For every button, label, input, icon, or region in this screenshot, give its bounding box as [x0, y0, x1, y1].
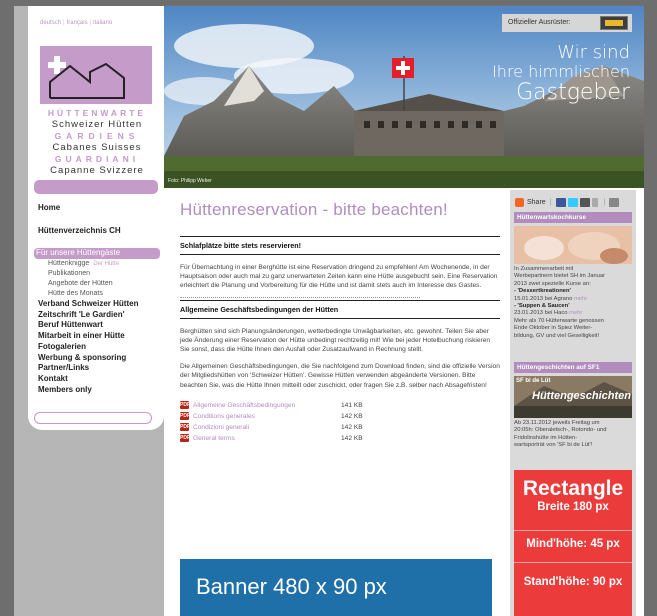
huettengeschichten-image[interactable]: SF bi de Lüt Hüttengeschichten: [514, 376, 632, 418]
ad-min-height: Mind'höhe: 45 px: [526, 538, 620, 550]
divider: [180, 254, 500, 255]
share-label[interactable]: Share: [527, 199, 546, 206]
sponsor-label: Offizieller Ausrüster:: [508, 19, 571, 26]
pdf-icon: PDF: [180, 434, 190, 443]
document-size: 141 KB: [341, 401, 363, 409]
left-panel: deutsch | français | italiano HÜTTENWARTE Sc…: [28, 6, 164, 430]
tv-label: SF bi de Lüt: [516, 378, 551, 384]
main-content: Hüttenreservation - bitte beachten! Schl…: [180, 200, 500, 444]
nav-fotogalerien[interactable]: Fotogalerien: [38, 342, 160, 353]
ad-width: Breite 180 px: [537, 501, 609, 513]
nav-sub-huettenknigge[interactable]: Hüttenknigge Der Hütte: [38, 259, 160, 269]
share-icon[interactable]: [515, 197, 524, 207]
document-link[interactable]: Condizioni generali: [193, 424, 341, 431]
brand-bar: [34, 180, 158, 194]
main-nav: Home Hüttenverzeichnis CH Für unsere Hüt…: [34, 203, 160, 396]
ad-divider: [514, 530, 632, 531]
nav-huettenverzeichnis[interactable]: Hüttenverzeichnis CH: [38, 226, 160, 237]
rectangle-ad[interactable]: Rectangle Breite 180 px Mind'höhe: 45 px…: [514, 470, 632, 616]
document-size: 142 KB: [341, 434, 363, 442]
paragraph-reservation: Für Übernachtung in einer Berghütte ist …: [180, 264, 498, 290]
mehr-link[interactable]: mehr: [569, 310, 582, 316]
pdf-icon: PDF: [180, 423, 190, 432]
page-title: Hüttenreservation - bitte beachten!: [180, 200, 448, 219]
ad-divider: [514, 562, 632, 563]
document-link[interactable]: Allgemeine Geschäftsbedingungen: [193, 402, 341, 409]
pdf-icon: PDF: [180, 401, 190, 410]
kochkurse-text: In Zusammenarbeit mit Werbepartnern biet…: [514, 266, 606, 339]
brand-line-5: GUARDIANI: [54, 154, 140, 164]
divider: [180, 317, 500, 319]
nav-kontakt[interactable]: Kontakt: [38, 374, 160, 385]
document-row[interactable]: PDF General terms 142 KB: [180, 433, 500, 444]
divider: [180, 299, 500, 301]
brand-line-6: Capanne Svizzere: [50, 165, 144, 176]
ad-title: Rectangle: [522, 477, 624, 500]
paragraph-agb-1: Berghütten sind sich Planungsänderungen,…: [180, 327, 491, 354]
nav-sub-ghost: Der Hütte: [93, 261, 119, 268]
nav-zeitschrift[interactable]: Zeitschrift 'Le Gardien': [38, 310, 160, 321]
more-icon[interactable]: [591, 197, 598, 207]
pdf-icon: PDF: [180, 412, 190, 421]
nav-sub-publikationen[interactable]: Publikationen: [38, 269, 160, 279]
nav-huettengaeste[interactable]: Für unsere Hüttengäste: [34, 248, 160, 260]
nav-home[interactable]: Home: [38, 203, 160, 214]
document-list: PDF Allgemeine Geschäftsbedingungen 141 …: [180, 400, 500, 444]
nav-sub-huette-des-monats[interactable]: Hütte des Monats: [38, 289, 160, 299]
lang-de-link[interactable]: deutsch: [40, 20, 61, 26]
document-row[interactable]: PDF Allgemeine Geschäftsbedingungen 141 …: [180, 400, 500, 411]
share-bar: Share | |: [515, 195, 637, 209]
nav-mitarbeit[interactable]: Mitarbeit in einer Hütte: [38, 331, 160, 342]
facebook-icon[interactable]: [555, 197, 566, 207]
ad-std-height: Stand'höhe: 90 px: [523, 576, 623, 588]
language-switcher: deutsch | français | italiano: [40, 20, 113, 26]
search-field[interactable]: [34, 412, 152, 424]
slogan-line-3: Gastgeber: [516, 80, 630, 105]
lang-fr-link[interactable]: français: [67, 20, 88, 26]
nav-members[interactable]: Members only: [38, 385, 160, 396]
lang-it-link[interactable]: italiano: [93, 20, 112, 26]
document-link[interactable]: General terms: [193, 435, 341, 442]
brand-line-2: Schweizer Hütten: [51, 119, 143, 130]
logo-mark[interactable]: [40, 46, 152, 104]
document-row[interactable]: PDF Condizioni generali 142 KB: [180, 422, 500, 433]
tv-title: Hüttengeschichten: [532, 390, 632, 402]
slogan-line-1: Wir sind: [557, 42, 630, 63]
nav-werbung[interactable]: Werbung & sponsoring: [38, 353, 160, 364]
nav-verband[interactable]: Verband Schweizer Hütten: [38, 299, 160, 310]
brand-line-4: Cabanes Suisses: [52, 142, 142, 153]
nav-beruf[interactable]: Beruf Hüttenwart: [38, 320, 160, 331]
sponsor-badge[interactable]: Offizieller Ausrüster:: [502, 14, 632, 32]
sponsor-logo: [600, 16, 628, 30]
box-head-kochkurse: Hüttenwartskochkurse: [514, 212, 632, 223]
email-icon[interactable]: [579, 197, 590, 207]
paragraph-agb-2: Die Allgemeinen Geschäftsbedingungen, di…: [180, 363, 500, 389]
section-title-reservation: Schlafplätze bitte stets reservieren!: [180, 241, 302, 250]
header-photo: Offizieller Ausrüster: Wir sind Ihre him…: [164, 6, 644, 188]
document-size: 142 KB: [341, 423, 363, 431]
document-link[interactable]: Conditions generales: [193, 413, 341, 420]
document-size: 142 KB: [341, 412, 363, 420]
mehr-link[interactable]: mehr: [574, 296, 587, 302]
brand-line-1: HÜTTENWARTE: [47, 108, 147, 118]
box-head-huettengeschichten: Hüttengeschichten auf SF1: [514, 362, 632, 373]
section-title-agb: Allgemeine Geschäftsbedingungen der Hütt…: [180, 304, 339, 314]
document-row[interactable]: PDF Conditions generales 142 KB: [180, 411, 500, 422]
print-icon[interactable]: [609, 197, 620, 207]
brand-line-3: GARDIENS: [54, 131, 140, 141]
cooking-image[interactable]: [514, 226, 632, 264]
huettengeschichten-text: Ab 23.11.2012 jeweils Freitag um 20:05h:…: [514, 420, 607, 449]
photo-credit: Foto: Philipp Weber: [168, 178, 212, 184]
nav-partner[interactable]: Partner/Links: [38, 363, 160, 374]
banner-ad[interactable]: Banner 480 x 90 px: [180, 559, 492, 616]
nav-sub-angebote[interactable]: Angebote der Hütten: [38, 279, 160, 289]
slogan-line-2: Ihre himmlischen: [492, 62, 630, 81]
twitter-icon[interactable]: [567, 197, 578, 207]
divider: [180, 236, 500, 237]
dotted-divider: [180, 296, 420, 298]
